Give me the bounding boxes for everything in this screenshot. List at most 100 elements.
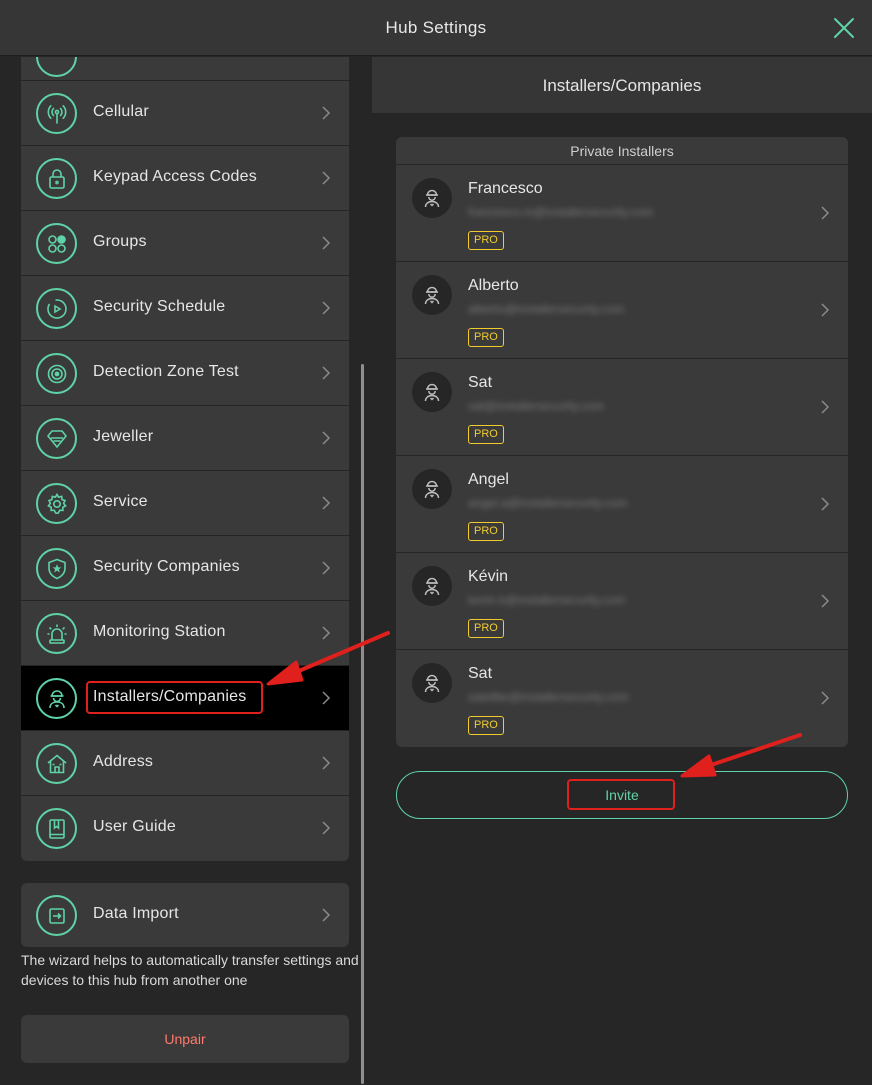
- chevron-right-icon: [821, 594, 830, 608]
- installer-row[interactable]: Angel angel.a@installersecurity.com PRO: [396, 456, 848, 553]
- chevron-right-icon: [322, 561, 331, 575]
- installer-row[interactable]: Francesco francesco.m@installersecurity.…: [396, 165, 848, 262]
- chevron-right-icon: [322, 366, 331, 380]
- sidebar-item-label: User Guide: [93, 818, 176, 835]
- sidebar-scrollbar[interactable]: [361, 364, 364, 1084]
- cellular-icon: [36, 93, 77, 134]
- title-bar: Hub Settings: [0, 0, 872, 56]
- sidebar-item-address[interactable]: Address: [21, 731, 349, 796]
- sidebar-item-label: Detection Zone Test: [93, 363, 239, 380]
- chevron-right-icon: [322, 626, 331, 640]
- chevron-right-icon: [322, 496, 331, 510]
- chevron-right-icon: [322, 236, 331, 250]
- sidebar-item-label: Security Companies: [93, 558, 240, 575]
- sidebar-item-user-guide[interactable]: User Guide: [21, 796, 349, 861]
- chevron-right-icon: [322, 106, 331, 120]
- installer-name: Kévin: [468, 568, 509, 585]
- pro-badge: PRO: [468, 716, 504, 735]
- chevron-right-icon: [322, 821, 331, 835]
- chevron-right-icon: [821, 691, 830, 705]
- chevron-right-icon: [821, 400, 830, 414]
- installers-list: Private Installers Francesco francesco.m…: [396, 137, 848, 747]
- installer-email: kevin.k@installersecurity.com: [468, 593, 626, 607]
- installer-email: sat@installersecurity.com: [468, 399, 604, 413]
- sidebar-item-label: Service: [93, 493, 148, 510]
- sidebar-item-security-companies[interactable]: Security Companies: [21, 536, 349, 601]
- sidebar-item-security-schedule[interactable]: Security Schedule: [21, 276, 349, 341]
- sidebar-item-label: Monitoring Station: [93, 623, 226, 640]
- menu-group-data-import: Data Import: [21, 883, 349, 947]
- gear-icon: [36, 483, 77, 524]
- chevron-right-icon: [322, 171, 331, 185]
- shield-icon: [36, 548, 77, 589]
- sidebar-item-label: Cellular: [93, 103, 149, 120]
- sidebar-item-installers-companies[interactable]: Installers/Companies: [21, 666, 349, 731]
- data-import-help-text: The wizard helps to automatically transf…: [21, 952, 359, 988]
- chevron-right-icon: [322, 301, 331, 315]
- detail-header: Installers/Companies: [372, 57, 872, 113]
- installer-email: satellite@installersecurity.com: [468, 690, 629, 704]
- import-icon: [36, 895, 77, 936]
- detail-pane: Installers/Companies Private Installers …: [372, 57, 872, 1085]
- sidebar-item-hidden[interactable]: [21, 57, 349, 81]
- installer-name: Alberto: [468, 277, 519, 294]
- installer-name: Angel: [468, 471, 509, 488]
- sidebar-item-jeweller[interactable]: Jeweller: [21, 406, 349, 471]
- installer-name: Sat: [468, 374, 493, 391]
- pro-badge: PRO: [468, 619, 504, 638]
- installer-avatar-icon: [412, 178, 452, 218]
- sidebar-item-label: Installers/Companies: [93, 688, 247, 705]
- schedule-icon: [36, 288, 77, 329]
- jeweller-icon: [36, 418, 77, 459]
- installer-avatar-icon: [412, 372, 452, 412]
- section-header-private-installers: Private Installers: [396, 137, 848, 165]
- sidebar-item-groups[interactable]: Groups: [21, 211, 349, 276]
- installer-avatar-icon: [412, 469, 452, 509]
- sidebar-item-monitoring-station[interactable]: Monitoring Station: [21, 601, 349, 666]
- sidebar-item-label: Jeweller: [93, 428, 154, 445]
- chevron-right-icon: [322, 756, 331, 770]
- detection-icon: [36, 353, 77, 394]
- installer-name: Sat: [468, 665, 493, 682]
- sidebar-item-detection-zone-test[interactable]: Detection Zone Test: [21, 341, 349, 406]
- chevron-right-icon: [322, 908, 331, 922]
- sidebar-item-label: Security Schedule: [93, 298, 226, 315]
- pro-badge: PRO: [468, 328, 504, 347]
- pro-badge: PRO: [468, 522, 504, 541]
- home-icon: [36, 743, 77, 784]
- sidebar-item-label: Keypad Access Codes: [93, 168, 257, 185]
- chevron-right-icon: [322, 431, 331, 445]
- window-title: Hub Settings: [385, 18, 487, 37]
- installer-email: francesco.m@installersecurity.com: [468, 205, 654, 219]
- sidebar-item-service[interactable]: Service: [21, 471, 349, 536]
- settings-sidebar: Cellular Keypad Access Codes Groups Secu…: [0, 57, 370, 1085]
- installer-row[interactable]: Alberto alberto@installersecurity.com PR…: [396, 262, 848, 359]
- detail-title: Installers/Companies: [542, 76, 702, 95]
- chevron-right-icon: [322, 691, 331, 705]
- sidebar-item-label: Groups: [93, 233, 147, 250]
- chevron-right-icon: [821, 303, 830, 317]
- installer-icon: [36, 678, 77, 719]
- menu-group-main: Cellular Keypad Access Codes Groups Secu…: [21, 57, 349, 861]
- installer-row[interactable]: Sat satellite@installersecurity.com PRO: [396, 650, 848, 747]
- invite-button[interactable]: Invite: [396, 771, 848, 819]
- unpair-button[interactable]: Unpair: [21, 1015, 349, 1063]
- pro-badge: PRO: [468, 231, 504, 250]
- sidebar-item-cellular[interactable]: Cellular: [21, 81, 349, 146]
- book-icon: [36, 808, 77, 849]
- pro-badge: PRO: [468, 425, 504, 444]
- siren-icon: [36, 613, 77, 654]
- sidebar-item-label: Data Import: [93, 905, 179, 922]
- installer-email: alberto@installersecurity.com: [468, 302, 625, 316]
- installer-row[interactable]: Sat sat@installersecurity.com PRO: [396, 359, 848, 456]
- sidebar-item-data-import[interactable]: Data Import: [21, 883, 349, 947]
- installer-row[interactable]: Kévin kevin.k@installersecurity.com PRO: [396, 553, 848, 650]
- sidebar-item-keypad-codes[interactable]: Keypad Access Codes: [21, 146, 349, 211]
- installer-name: Francesco: [468, 180, 543, 197]
- close-icon[interactable]: [832, 16, 856, 40]
- installer-avatar-icon: [412, 566, 452, 606]
- installer-avatar-icon: [412, 663, 452, 703]
- chevron-right-icon: [821, 497, 830, 511]
- chevron-right-icon: [821, 206, 830, 220]
- generic-icon: [36, 57, 77, 77]
